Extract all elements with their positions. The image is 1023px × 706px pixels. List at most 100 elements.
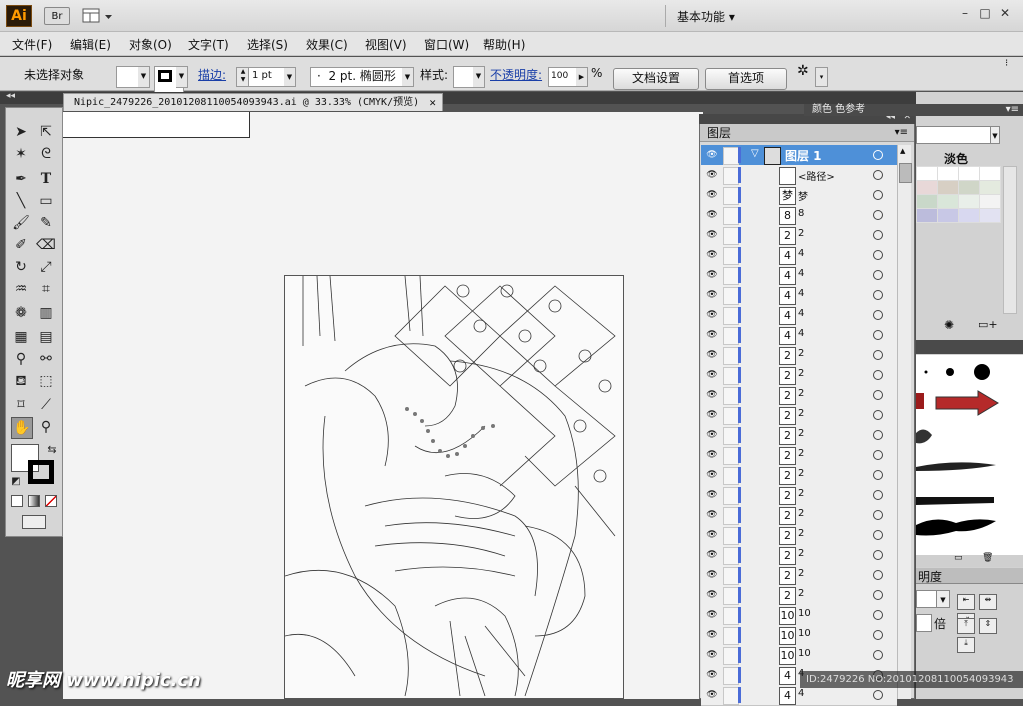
target-circle-icon[interactable] xyxy=(873,630,883,640)
fill-swatch[interactable] xyxy=(116,66,140,88)
layer-name[interactable]: 2 xyxy=(798,488,804,499)
lock-toggle[interactable] xyxy=(723,187,739,205)
control-panel-menu-icon[interactable]: ⁝ xyxy=(1005,59,1008,69)
mesh-tool-icon[interactable]: ▦ xyxy=(11,327,31,347)
lock-toggle[interactable] xyxy=(723,387,739,405)
layer-row[interactable]: 👁 2 2 xyxy=(701,405,897,426)
layer-name[interactable]: 4 xyxy=(798,308,804,319)
default-colors-icon[interactable]: ◩ xyxy=(6,472,26,492)
layer-name[interactable]: 4 xyxy=(798,328,804,339)
target-circle-icon[interactable] xyxy=(873,650,883,660)
visibility-eye-icon[interactable]: 👁 xyxy=(705,470,719,480)
lock-toggle[interactable] xyxy=(723,527,739,545)
lock-toggle[interactable] xyxy=(723,427,739,445)
graphic-style-dropdown[interactable]: ▼ xyxy=(473,66,485,88)
layer-row[interactable]: 👁44 xyxy=(701,325,897,346)
target-circle-icon[interactable] xyxy=(873,510,883,520)
lock-toggle[interactable] xyxy=(723,367,739,385)
graphic-style-swatch[interactable] xyxy=(453,66,475,88)
swatch-grid[interactable] xyxy=(916,166,1002,236)
new-brush-icon[interactable]: ▭ xyxy=(954,553,963,563)
none-mode-icon[interactable] xyxy=(45,495,57,507)
layer-row[interactable]: 👁 梦梦 xyxy=(701,185,897,206)
lock-toggle[interactable] xyxy=(723,147,739,165)
color-swatch[interactable] xyxy=(916,180,938,195)
target-circle-icon[interactable] xyxy=(873,210,883,220)
color-wheel-icon[interactable]: ✺ xyxy=(944,318,954,332)
eyedropper-tool-icon[interactable]: ⚲ xyxy=(11,349,31,369)
close-document-icon[interactable]: ✕ xyxy=(429,94,436,111)
visibility-eye-icon[interactable]: 👁 xyxy=(705,330,719,340)
visibility-eye-icon[interactable]: 👁 xyxy=(705,590,719,600)
target-circle-icon[interactable] xyxy=(873,270,883,280)
scroll-thumb[interactable] xyxy=(899,163,912,183)
layer-row[interactable]: 👁 2 2 xyxy=(701,345,897,366)
lock-toggle[interactable] xyxy=(723,467,739,485)
lock-toggle[interactable] xyxy=(723,267,739,285)
line-tool-icon[interactable]: ╲ xyxy=(11,191,31,211)
panel-menu-icon[interactable]: ▾≡ xyxy=(1006,104,1019,116)
target-circle-icon[interactable] xyxy=(873,490,883,500)
visibility-eye-icon[interactable]: 👁 xyxy=(705,310,719,320)
column-graph-tool-icon[interactable]: ▥ xyxy=(36,303,56,323)
options-dropdown[interactable]: ▾ xyxy=(815,67,828,87)
layer-row[interactable]: 👁44 xyxy=(701,685,897,706)
layer-name[interactable]: 2 xyxy=(798,228,804,239)
lock-toggle[interactable] xyxy=(723,507,739,525)
target-circle-icon[interactable] xyxy=(873,190,883,200)
target-circle-icon[interactable] xyxy=(873,310,883,320)
transparency-panel-tab[interactable]: 明度 xyxy=(916,568,1023,584)
screen-mode-icon[interactable] xyxy=(22,515,46,529)
gradient-mode-icon[interactable] xyxy=(28,495,40,507)
color-swatch[interactable] xyxy=(937,208,959,223)
layer-name[interactable]: 2 xyxy=(798,348,804,359)
target-circle-icon[interactable] xyxy=(873,590,883,600)
expand-triangle-icon[interactable]: ▽ xyxy=(751,148,759,159)
artboard[interactable] xyxy=(284,275,624,699)
layer-name[interactable]: 2 xyxy=(798,508,804,519)
layer-name[interactable]: 10 xyxy=(798,628,811,639)
layer-name[interactable]: 8 xyxy=(798,208,804,219)
collapse-tools-icon[interactable]: ◂◂ xyxy=(6,91,15,101)
brush-definition[interactable]: · 2 pt. 椭圆形 xyxy=(310,67,410,87)
color-swatch[interactable] xyxy=(958,166,980,181)
visibility-eye-icon[interactable]: 👁 xyxy=(705,210,719,220)
menu-file[interactable]: 文件(F) xyxy=(12,36,52,53)
menu-window[interactable]: 窗口(W) xyxy=(424,36,469,53)
lock-toggle[interactable] xyxy=(723,227,739,245)
visibility-eye-icon[interactable]: 👁 xyxy=(705,490,719,500)
menu-view[interactable]: 视图(V) xyxy=(365,36,407,53)
visibility-eye-icon[interactable]: 👁 xyxy=(705,150,719,160)
color-swatch[interactable] xyxy=(958,208,980,223)
target-circle-icon[interactable] xyxy=(873,550,883,560)
stroke-color-box[interactable] xyxy=(28,460,54,484)
menu-effect[interactable]: 效果(C) xyxy=(306,36,348,53)
visibility-eye-icon[interactable]: 👁 xyxy=(705,390,719,400)
visibility-eye-icon[interactable]: 👁 xyxy=(705,190,719,200)
layer-name[interactable]: 4 xyxy=(798,688,804,699)
slice-tool-icon[interactable]: ⟋ xyxy=(36,395,56,415)
layer-row-selected[interactable]: 👁 ▽ 图层 1 xyxy=(701,145,897,166)
eraser-tool-icon[interactable]: ⌫ xyxy=(36,235,56,255)
layer-name[interactable]: 2 xyxy=(798,448,804,459)
direct-selection-tool-icon[interactable]: ⇱ xyxy=(36,122,56,142)
color-mode-icon[interactable] xyxy=(11,495,23,507)
color-swatch[interactable] xyxy=(979,180,1001,195)
color-group-selector[interactable] xyxy=(916,126,991,144)
align-middle-icon[interactable]: ⇕ xyxy=(978,618,997,634)
layer-row[interactable]: 👁 2 2 xyxy=(701,445,897,466)
new-group-icon[interactable]: ▭+ xyxy=(978,318,998,331)
target-circle-icon[interactable] xyxy=(873,330,883,340)
visibility-eye-icon[interactable]: 👁 xyxy=(705,170,719,180)
layer-name[interactable]: 10 xyxy=(798,608,811,619)
target-circle-icon[interactable] xyxy=(873,250,883,260)
target-circle-icon[interactable] xyxy=(873,350,883,360)
target-circle-icon[interactable] xyxy=(873,370,883,380)
lasso-tool-icon[interactable]: ᘓ xyxy=(36,144,56,164)
gradient-tool-icon[interactable]: ▤ xyxy=(36,327,56,347)
lock-toggle[interactable] xyxy=(723,247,739,265)
document-setup-button[interactable]: 文档设置 xyxy=(613,68,699,90)
scroll-up-icon[interactable]: ▲ xyxy=(900,147,905,155)
fill-dropdown[interactable]: ▼ xyxy=(138,66,150,88)
stroke-label[interactable]: 描边: xyxy=(198,66,226,83)
